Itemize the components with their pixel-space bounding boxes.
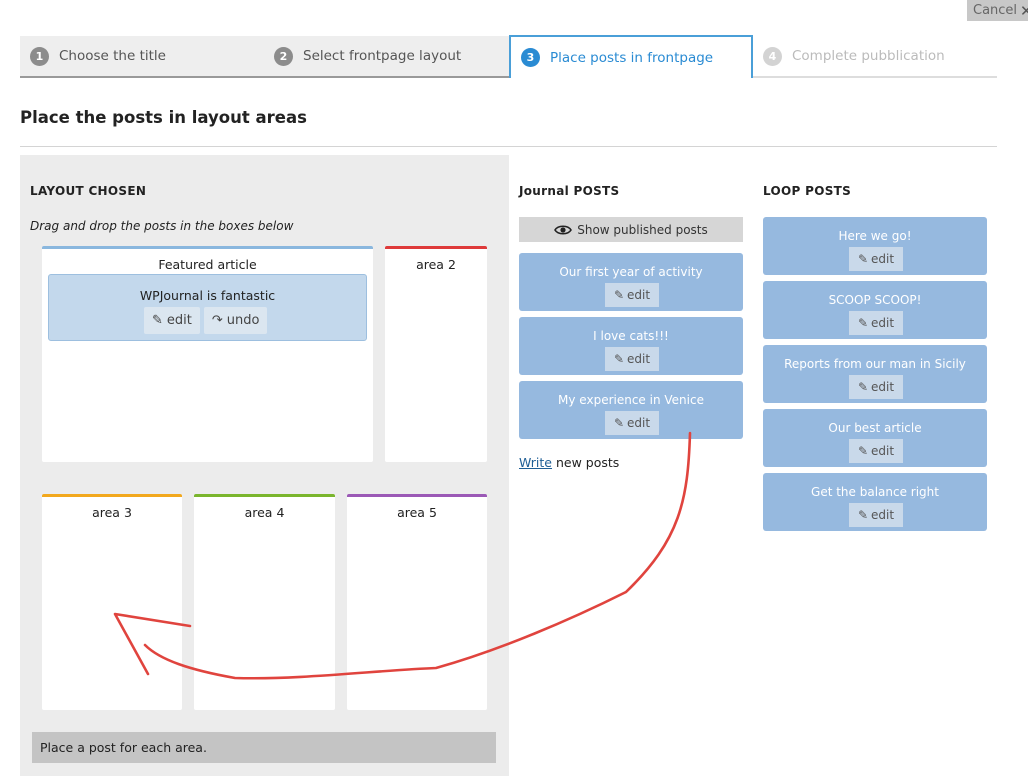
- edit-button[interactable]: ✎ edit: [849, 247, 903, 271]
- edit-button[interactable]: ✎ edit: [849, 503, 903, 527]
- step-label: Place posts in frontpage: [550, 49, 714, 66]
- post-title: Our first year of activity: [559, 265, 703, 279]
- edit-button[interactable]: ✎ edit: [849, 375, 903, 399]
- step-number-icon: 3: [521, 48, 540, 67]
- edit-label: edit: [627, 416, 651, 430]
- pencil-icon: ✎: [152, 313, 163, 328]
- area-5-dropzone[interactable]: area 5: [347, 494, 487, 710]
- close-icon: ✕: [1020, 1, 1028, 20]
- write-link[interactable]: Write: [519, 455, 552, 470]
- edit-label: edit: [871, 508, 895, 522]
- post-title: Our best article: [828, 421, 922, 435]
- layout-heading: LAYOUT CHOSEN: [30, 184, 147, 198]
- pencil-icon: ✎: [613, 352, 624, 366]
- post-title: Here we go!: [838, 229, 912, 243]
- edit-button[interactable]: ✎ edit: [849, 439, 903, 463]
- pencil-icon: ✎: [613, 416, 624, 430]
- loop-post-card[interactable]: Reports from our man in Sicily ✎ edit: [763, 345, 987, 403]
- layout-instruction: Drag and drop the posts in the boxes bel…: [30, 219, 294, 233]
- step-label: Select frontpage layout: [303, 48, 462, 64]
- edit-button[interactable]: ✎ edit: [605, 411, 659, 435]
- undo-label: undo: [226, 313, 260, 328]
- edit-button[interactable]: ✎ edit: [849, 311, 903, 335]
- edit-label: edit: [166, 313, 192, 328]
- post-title: SCOOP SCOOP!: [828, 293, 922, 307]
- journal-heading-rest: POSTS: [569, 184, 620, 198]
- loop-post-card[interactable]: SCOOP SCOOP! ✎ edit: [763, 281, 987, 339]
- pencil-icon: ✎: [857, 508, 868, 522]
- show-published-button[interactable]: Show published posts: [519, 217, 743, 242]
- step-number-icon: 4: [763, 46, 782, 66]
- step-label: Complete pubblication: [792, 48, 945, 64]
- edit-label: edit: [871, 380, 895, 394]
- pencil-icon: ✎: [613, 288, 624, 302]
- journal-heading: Journal POSTS: [519, 184, 619, 198]
- post-title: Reports from our man in Sicily: [784, 357, 966, 371]
- edit-button[interactable]: ✎ edit: [605, 347, 659, 371]
- loop-post-card[interactable]: Our best article ✎ edit: [763, 409, 987, 467]
- cancel-button[interactable]: Cancel ✕: [967, 0, 1028, 21]
- placed-post-card[interactable]: WPJournal is fantastic ✎ edit ↷ undo: [48, 274, 367, 341]
- pencil-icon: ✎: [857, 252, 868, 266]
- loop-post-card[interactable]: Here we go! ✎ edit: [763, 217, 987, 275]
- edit-label: edit: [627, 352, 651, 366]
- status-message: Place a post for each area.: [32, 732, 496, 763]
- edit-label: edit: [871, 252, 895, 266]
- pencil-icon: ✎: [857, 444, 868, 458]
- wizard-steps: 1 Choose the title 2 Select frontpage la…: [20, 35, 997, 78]
- step-select-layout[interactable]: 2 Select frontpage layout: [264, 36, 509, 78]
- divider: [20, 146, 997, 147]
- area-2-dropzone[interactable]: area 2: [385, 246, 487, 462]
- edit-button[interactable]: ✎ edit: [605, 283, 659, 307]
- eye-icon: [554, 224, 573, 235]
- journal-post-card[interactable]: My experience in Venice ✎ edit: [519, 381, 743, 439]
- journal-post-card[interactable]: Our first year of activity ✎ edit: [519, 253, 743, 311]
- area-title: Featured article: [158, 257, 257, 272]
- pencil-icon: ✎: [857, 380, 868, 394]
- loop-heading: LOOP POSTS: [763, 184, 852, 198]
- edit-label: edit: [627, 288, 651, 302]
- area-4-dropzone[interactable]: area 4: [194, 494, 335, 710]
- area-title: area 4: [244, 505, 285, 520]
- write-rest: new posts: [552, 455, 620, 470]
- step-number-icon: 1: [30, 46, 49, 66]
- journal-heading-bold: Journal: [519, 184, 570, 198]
- placed-post-title: WPJournal is fantastic: [139, 288, 276, 303]
- area-3-dropzone[interactable]: area 3: [42, 494, 182, 710]
- pencil-icon: ✎: [857, 316, 868, 330]
- undo-button[interactable]: ↷ undo: [203, 307, 268, 334]
- edit-button[interactable]: ✎ edit: [144, 307, 200, 334]
- step-choose-title[interactable]: 1 Choose the title: [20, 36, 264, 78]
- post-title: Get the balance right: [811, 485, 939, 499]
- write-new-posts: Write new posts: [519, 455, 619, 470]
- page-title: Place the posts in layout areas: [20, 108, 307, 127]
- post-title: My experience in Venice: [558, 393, 704, 407]
- area-title: area 5: [397, 505, 437, 520]
- edit-label: edit: [871, 316, 895, 330]
- show-published-label: Show published posts: [577, 222, 708, 237]
- edit-label: edit: [871, 444, 895, 458]
- loop-post-card[interactable]: Get the balance right ✎ edit: [763, 473, 987, 531]
- cancel-label: Cancel: [973, 3, 1018, 18]
- undo-icon: ↷: [211, 313, 223, 328]
- area-title: area 3: [92, 505, 132, 520]
- post-title: I love cats!!!: [593, 329, 669, 343]
- area-title: area 2: [416, 257, 456, 272]
- step-label: Choose the title: [59, 48, 166, 64]
- journal-post-card[interactable]: I love cats!!! ✎ edit: [519, 317, 743, 375]
- step-number-icon: 2: [274, 46, 293, 66]
- step-complete-publication: 4 Complete pubblication: [753, 36, 997, 78]
- step-place-posts[interactable]: 3 Place posts in frontpage: [509, 35, 753, 78]
